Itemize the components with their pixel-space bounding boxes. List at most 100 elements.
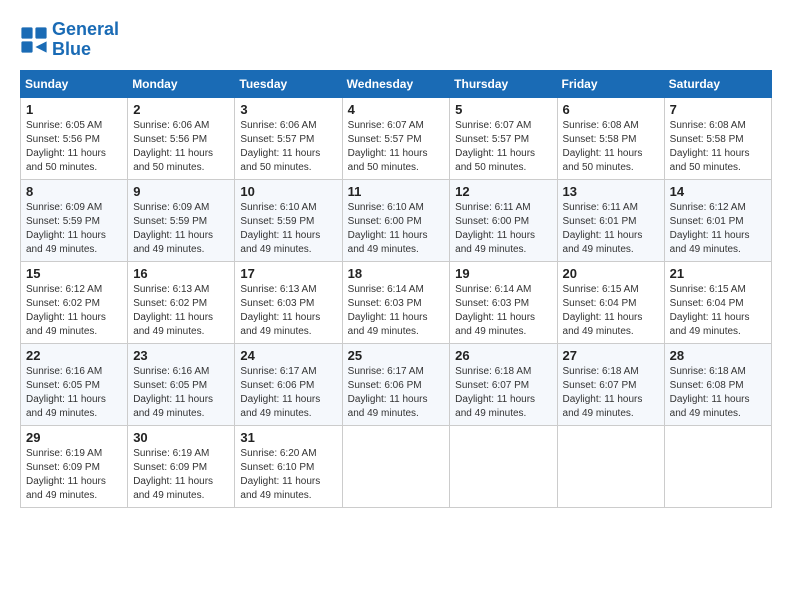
day-info: Sunrise: 6:18 AM Sunset: 6:07 PM Dayligh… <box>563 365 659 421</box>
day-info: Sunrise: 6:13 AM Sunset: 6:02 PM Dayligh… <box>133 283 229 339</box>
day-number: 31 <box>240 430 336 445</box>
calendar-cell: 23 Sunrise: 6:16 AM Sunset: 6:05 PM Dayl… <box>128 343 235 425</box>
day-info: Sunrise: 6:07 AM Sunset: 5:57 PM Dayligh… <box>348 119 445 175</box>
calendar-week-row: 29 Sunrise: 6:19 AM Sunset: 6:09 PM Dayl… <box>21 425 772 507</box>
day-number: 18 <box>348 266 445 281</box>
calendar-week-row: 22 Sunrise: 6:16 AM Sunset: 6:05 PM Dayl… <box>21 343 772 425</box>
calendar-body: 1 Sunrise: 6:05 AM Sunset: 5:56 PM Dayli… <box>21 97 772 507</box>
day-info: Sunrise: 6:06 AM Sunset: 5:56 PM Dayligh… <box>133 119 229 175</box>
calendar-cell: 12 Sunrise: 6:11 AM Sunset: 6:00 PM Dayl… <box>450 179 557 261</box>
calendar-day-header: Saturday <box>664 70 771 97</box>
calendar-table: SundayMondayTuesdayWednesdayThursdayFrid… <box>20 70 772 508</box>
calendar-cell: 31 Sunrise: 6:20 AM Sunset: 6:10 PM Dayl… <box>235 425 342 507</box>
day-number: 22 <box>26 348 122 363</box>
day-number: 1 <box>26 102 122 117</box>
calendar-cell: 14 Sunrise: 6:12 AM Sunset: 6:01 PM Dayl… <box>664 179 771 261</box>
calendar-cell: 18 Sunrise: 6:14 AM Sunset: 6:03 PM Dayl… <box>342 261 450 343</box>
calendar-cell: 7 Sunrise: 6:08 AM Sunset: 5:58 PM Dayli… <box>664 97 771 179</box>
calendar-cell: 5 Sunrise: 6:07 AM Sunset: 5:57 PM Dayli… <box>450 97 557 179</box>
day-info: Sunrise: 6:06 AM Sunset: 5:57 PM Dayligh… <box>240 119 336 175</box>
day-info: Sunrise: 6:19 AM Sunset: 6:09 PM Dayligh… <box>26 447 122 503</box>
day-info: Sunrise: 6:10 AM Sunset: 5:59 PM Dayligh… <box>240 201 336 257</box>
day-info: Sunrise: 6:17 AM Sunset: 6:06 PM Dayligh… <box>240 365 336 421</box>
calendar-cell <box>557 425 664 507</box>
day-number: 10 <box>240 184 336 199</box>
calendar-cell: 25 Sunrise: 6:17 AM Sunset: 6:06 PM Dayl… <box>342 343 450 425</box>
day-number: 14 <box>670 184 766 199</box>
day-number: 23 <box>133 348 229 363</box>
day-number: 17 <box>240 266 336 281</box>
calendar-day-header: Monday <box>128 70 235 97</box>
page-header: General Blue <box>20 20 772 60</box>
day-number: 21 <box>670 266 766 281</box>
calendar-cell: 19 Sunrise: 6:14 AM Sunset: 6:03 PM Dayl… <box>450 261 557 343</box>
calendar-cell: 30 Sunrise: 6:19 AM Sunset: 6:09 PM Dayl… <box>128 425 235 507</box>
day-number: 15 <box>26 266 122 281</box>
calendar-cell: 26 Sunrise: 6:18 AM Sunset: 6:07 PM Dayl… <box>450 343 557 425</box>
logo: General Blue <box>20 20 119 60</box>
calendar-cell: 21 Sunrise: 6:15 AM Sunset: 6:04 PM Dayl… <box>664 261 771 343</box>
day-number: 6 <box>563 102 659 117</box>
calendar-cell: 17 Sunrise: 6:13 AM Sunset: 6:03 PM Dayl… <box>235 261 342 343</box>
calendar-cell: 10 Sunrise: 6:10 AM Sunset: 5:59 PM Dayl… <box>235 179 342 261</box>
calendar-cell <box>342 425 450 507</box>
day-number: 24 <box>240 348 336 363</box>
day-info: Sunrise: 6:16 AM Sunset: 6:05 PM Dayligh… <box>133 365 229 421</box>
calendar-day-header: Sunday <box>21 70 128 97</box>
day-number: 7 <box>670 102 766 117</box>
day-info: Sunrise: 6:08 AM Sunset: 5:58 PM Dayligh… <box>563 119 659 175</box>
day-number: 30 <box>133 430 229 445</box>
calendar-cell: 28 Sunrise: 6:18 AM Sunset: 6:08 PM Dayl… <box>664 343 771 425</box>
calendar-day-header: Tuesday <box>235 70 342 97</box>
calendar-cell: 8 Sunrise: 6:09 AM Sunset: 5:59 PM Dayli… <box>21 179 128 261</box>
day-number: 5 <box>455 102 551 117</box>
day-info: Sunrise: 6:15 AM Sunset: 6:04 PM Dayligh… <box>670 283 766 339</box>
day-number: 8 <box>26 184 122 199</box>
day-info: Sunrise: 6:11 AM Sunset: 6:00 PM Dayligh… <box>455 201 551 257</box>
day-number: 26 <box>455 348 551 363</box>
day-info: Sunrise: 6:11 AM Sunset: 6:01 PM Dayligh… <box>563 201 659 257</box>
calendar-cell <box>664 425 771 507</box>
day-number: 28 <box>670 348 766 363</box>
calendar-cell: 2 Sunrise: 6:06 AM Sunset: 5:56 PM Dayli… <box>128 97 235 179</box>
day-number: 20 <box>563 266 659 281</box>
calendar-cell: 3 Sunrise: 6:06 AM Sunset: 5:57 PM Dayli… <box>235 97 342 179</box>
day-number: 2 <box>133 102 229 117</box>
day-info: Sunrise: 6:20 AM Sunset: 6:10 PM Dayligh… <box>240 447 336 503</box>
day-number: 13 <box>563 184 659 199</box>
calendar-header-row: SundayMondayTuesdayWednesdayThursdayFrid… <box>21 70 772 97</box>
day-info: Sunrise: 6:14 AM Sunset: 6:03 PM Dayligh… <box>348 283 445 339</box>
day-info: Sunrise: 6:08 AM Sunset: 5:58 PM Dayligh… <box>670 119 766 175</box>
calendar-cell: 15 Sunrise: 6:12 AM Sunset: 6:02 PM Dayl… <box>21 261 128 343</box>
day-info: Sunrise: 6:05 AM Sunset: 5:56 PM Dayligh… <box>26 119 122 175</box>
calendar-week-row: 8 Sunrise: 6:09 AM Sunset: 5:59 PM Dayli… <box>21 179 772 261</box>
calendar-cell: 4 Sunrise: 6:07 AM Sunset: 5:57 PM Dayli… <box>342 97 450 179</box>
calendar-cell: 16 Sunrise: 6:13 AM Sunset: 6:02 PM Dayl… <box>128 261 235 343</box>
calendar-week-row: 15 Sunrise: 6:12 AM Sunset: 6:02 PM Dayl… <box>21 261 772 343</box>
calendar-cell: 6 Sunrise: 6:08 AM Sunset: 5:58 PM Dayli… <box>557 97 664 179</box>
calendar-cell: 11 Sunrise: 6:10 AM Sunset: 6:00 PM Dayl… <box>342 179 450 261</box>
day-info: Sunrise: 6:07 AM Sunset: 5:57 PM Dayligh… <box>455 119 551 175</box>
calendar-cell: 20 Sunrise: 6:15 AM Sunset: 6:04 PM Dayl… <box>557 261 664 343</box>
day-info: Sunrise: 6:14 AM Sunset: 6:03 PM Dayligh… <box>455 283 551 339</box>
day-number: 9 <box>133 184 229 199</box>
calendar-cell: 24 Sunrise: 6:17 AM Sunset: 6:06 PM Dayl… <box>235 343 342 425</box>
calendar-day-header: Thursday <box>450 70 557 97</box>
day-number: 29 <box>26 430 122 445</box>
calendar-cell: 1 Sunrise: 6:05 AM Sunset: 5:56 PM Dayli… <box>21 97 128 179</box>
day-number: 25 <box>348 348 445 363</box>
day-number: 3 <box>240 102 336 117</box>
calendar-day-header: Wednesday <box>342 70 450 97</box>
calendar-cell: 29 Sunrise: 6:19 AM Sunset: 6:09 PM Dayl… <box>21 425 128 507</box>
day-info: Sunrise: 6:18 AM Sunset: 6:08 PM Dayligh… <box>670 365 766 421</box>
day-number: 12 <box>455 184 551 199</box>
day-info: Sunrise: 6:16 AM Sunset: 6:05 PM Dayligh… <box>26 365 122 421</box>
logo-text: General Blue <box>52 20 119 60</box>
day-number: 27 <box>563 348 659 363</box>
day-info: Sunrise: 6:17 AM Sunset: 6:06 PM Dayligh… <box>348 365 445 421</box>
day-number: 19 <box>455 266 551 281</box>
day-info: Sunrise: 6:12 AM Sunset: 6:02 PM Dayligh… <box>26 283 122 339</box>
day-info: Sunrise: 6:09 AM Sunset: 5:59 PM Dayligh… <box>26 201 122 257</box>
calendar-cell: 27 Sunrise: 6:18 AM Sunset: 6:07 PM Dayl… <box>557 343 664 425</box>
day-number: 11 <box>348 184 445 199</box>
